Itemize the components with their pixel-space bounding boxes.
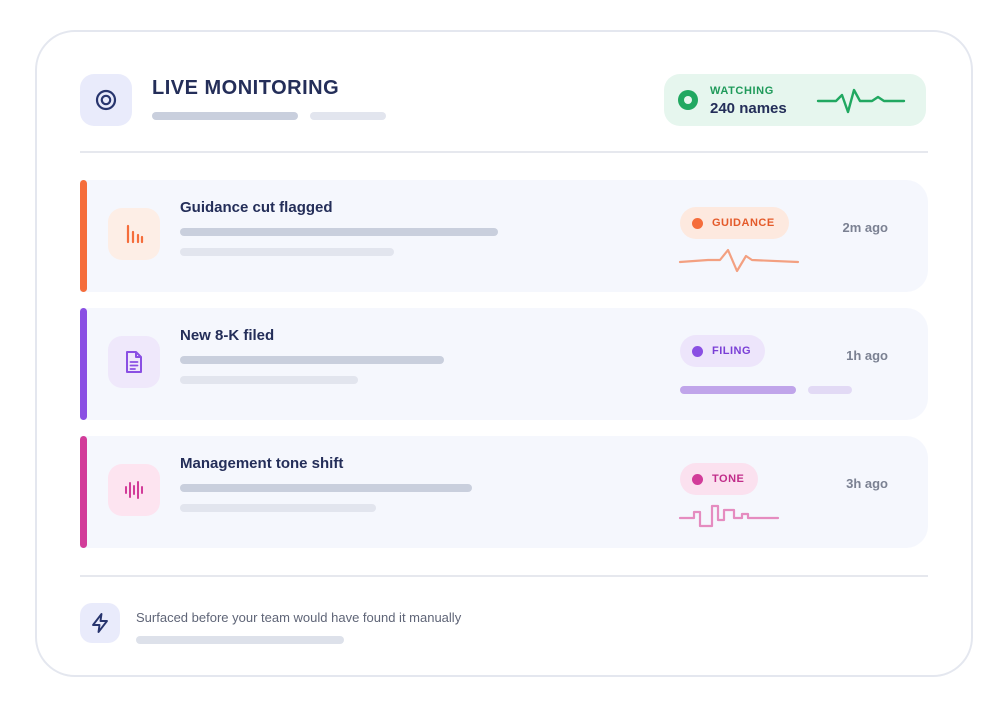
tag-dot — [692, 345, 703, 357]
footer-text: Surfaced before your team would have fou… — [136, 610, 462, 625]
text-placeholder-bar — [180, 484, 472, 492]
tag-dot — [692, 473, 703, 485]
alert-time: 2m ago — [842, 220, 888, 235]
filing-progress-bar — [808, 386, 852, 394]
target-icon — [80, 74, 132, 126]
lightning-icon — [80, 603, 120, 643]
tag-dot — [692, 217, 703, 229]
alert-title: Guidance cut flagged — [180, 199, 333, 216]
alert-row-guidance[interactable]: Guidance cut flagged GUIDANCE 2m ago — [80, 180, 928, 292]
tag-tone: TONE — [680, 463, 759, 495]
alert-row-filing[interactable]: New 8-K filed FILING 1h ago — [80, 308, 928, 420]
square-wave-icon — [678, 504, 780, 528]
row-accent — [80, 308, 87, 420]
row-accent — [80, 180, 87, 292]
radio-dot-icon — [678, 90, 698, 110]
title-placeholder-bar — [310, 112, 386, 120]
document-icon — [108, 336, 160, 388]
tag-label: FILING — [712, 345, 752, 357]
page-title: LIVE MONITORING — [152, 77, 340, 99]
alert-title: New 8-K filed — [180, 327, 275, 344]
audio-wave-icon — [108, 464, 160, 516]
header-divider — [80, 151, 928, 153]
row-accent — [80, 436, 87, 548]
title-placeholder-bar — [152, 112, 298, 120]
text-placeholder-bar — [180, 504, 376, 512]
tag-label: GUIDANCE — [712, 217, 775, 229]
text-placeholder-bar — [180, 248, 394, 256]
text-placeholder-bar — [180, 228, 498, 236]
watching-count: 240 names — [710, 100, 787, 117]
tag-filing: FILING — [680, 335, 766, 367]
tag-label: TONE — [712, 473, 745, 485]
tag-guidance: GUIDANCE — [680, 207, 789, 239]
alert-time: 3h ago — [846, 476, 888, 491]
alert-time: 1h ago — [846, 348, 888, 363]
watching-label: WATCHING — [710, 85, 774, 97]
alert-row-tone[interactable]: Management tone shift TONE 3h ago — [80, 436, 928, 548]
bar-chart-icon — [108, 208, 160, 260]
text-placeholder-bar — [180, 376, 358, 384]
filing-progress-bar — [680, 386, 796, 394]
alert-title: Management tone shift — [180, 455, 344, 472]
pulse-line-icon — [678, 248, 800, 273]
heartbeat-icon — [816, 88, 906, 114]
footer-divider — [80, 575, 928, 577]
footer-placeholder-bar — [136, 636, 344, 644]
watching-badge: WATCHING 240 names — [664, 74, 926, 126]
text-placeholder-bar — [180, 356, 444, 364]
